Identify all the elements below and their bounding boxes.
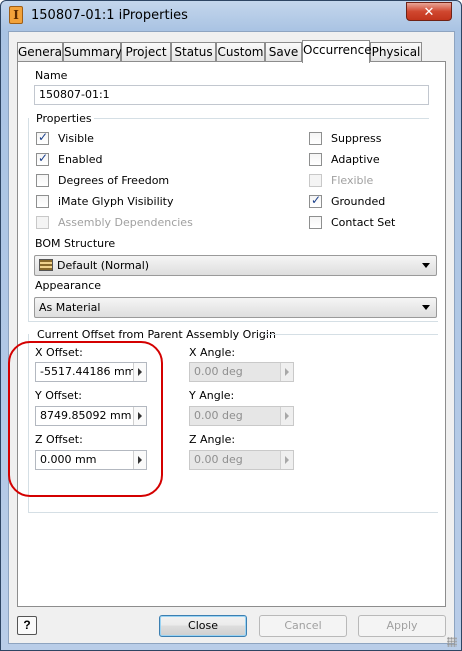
x-offset-spin-button[interactable] (133, 363, 146, 381)
play-icon (138, 368, 142, 376)
degrees-of-freedom-label: Degrees of Freedom (58, 174, 170, 187)
z-angle-input: 0.00 deg (189, 450, 294, 470)
contact-set-checkbox[interactable] (309, 216, 322, 229)
occurrence-panel: Name 150807-01:1 Properties ✓ Visible ✓ … (17, 61, 446, 607)
properties-group-border (28, 118, 29, 322)
z-offset-value: 0.000 mm (40, 453, 97, 466)
play-icon (138, 412, 142, 420)
title-bar[interactable]: I 150807-01:1 iProperties ✕ (1, 1, 461, 31)
app-icon: I (9, 6, 23, 24)
z-offset-label: Z Offset: (35, 433, 83, 446)
grounded-checkbox[interactable]: ✓ (309, 193, 322, 208)
z-angle-label: Z Angle: (189, 433, 236, 446)
suppress-label: Suppress (331, 132, 382, 145)
enabled-checkbox[interactable]: ✓ (36, 151, 49, 166)
tab-physical[interactable]: Physical (370, 42, 422, 62)
tab-project[interactable]: Project (121, 42, 171, 62)
y-angle-label: Y Angle: (189, 389, 235, 402)
play-icon (285, 412, 289, 420)
window-title: 150807-01:1 iProperties (31, 8, 188, 23)
y-offset-value: 8749.85092 mm (40, 409, 132, 422)
tab-general[interactable]: General (17, 42, 65, 62)
tab-occurrence[interactable]: Occurrence (302, 40, 372, 63)
close-button[interactable]: Close (159, 615, 247, 637)
appearance-label: Appearance (35, 279, 102, 292)
degrees-of-freedom-checkbox[interactable] (36, 174, 49, 187)
z-angle-value: 0.00 deg (194, 453, 243, 466)
dialog-client: General Summary Project Status Custom Sa… (8, 31, 455, 644)
y-angle-spin-button (280, 407, 293, 425)
play-icon (138, 456, 142, 464)
visible-checkbox[interactable]: ✓ (36, 130, 49, 145)
tab-save[interactable]: Save (265, 42, 302, 62)
bom-structure-label: BOM Structure (35, 237, 116, 250)
bom-structure-dropdown[interactable]: Default (Normal) (34, 255, 437, 276)
x-angle-input: 0.00 deg (189, 362, 294, 382)
suppress-checkbox[interactable] (309, 132, 322, 145)
chevron-down-icon (422, 263, 430, 268)
bom-structure-icon (39, 259, 53, 271)
x-angle-value: 0.00 deg (194, 365, 243, 378)
name-label: Name (35, 69, 68, 82)
offset-group-border (28, 334, 29, 512)
properties-group-bottom (28, 321, 438, 322)
z-offset-input[interactable]: 0.000 mm (35, 450, 147, 470)
properties-group-label: Properties (36, 112, 92, 125)
y-offset-spin-button[interactable] (133, 407, 146, 425)
flexible-label: Flexible (331, 174, 374, 187)
contact-set-label: Contact Set (331, 216, 396, 229)
offset-group-bottom (28, 512, 438, 513)
cancel-button: Cancel (259, 615, 347, 637)
x-offset-input[interactable]: -5517.44186 mm (35, 362, 147, 382)
adaptive-label: Adaptive (331, 153, 380, 166)
y-angle-input: 0.00 deg (189, 406, 294, 426)
y-angle-value: 0.00 deg (194, 409, 243, 422)
z-offset-spin-button[interactable] (133, 451, 146, 469)
x-offset-label: X Offset: (35, 346, 83, 359)
assembly-dependencies-label: Assembly Dependencies (58, 216, 193, 229)
x-offset-value: -5517.44186 mm (40, 365, 136, 378)
visible-label: Visible (58, 132, 94, 145)
z-angle-spin-button (280, 451, 293, 469)
y-offset-input[interactable]: 8749.85092 mm (35, 406, 147, 426)
appearance-value: As Material (39, 301, 101, 314)
offset-group-divider (264, 334, 438, 335)
x-angle-label: X Angle: (189, 346, 236, 359)
appearance-dropdown[interactable]: As Material (34, 297, 437, 318)
y-offset-label: Y Offset: (35, 389, 82, 402)
tab-custom[interactable]: Custom (216, 42, 265, 62)
close-window-button[interactable]: ✕ (406, 2, 452, 21)
offset-group-label: Current Offset from Parent Assembly Orig… (37, 328, 276, 341)
flexible-checkbox (309, 174, 322, 187)
grounded-label: Grounded (331, 195, 386, 208)
adaptive-checkbox[interactable] (309, 153, 322, 166)
play-icon (285, 456, 289, 464)
imate-glyph-visibility-label: iMate Glyph Visibility (58, 195, 174, 208)
enabled-label: Enabled (58, 153, 103, 166)
help-button[interactable]: ? (17, 616, 37, 635)
tab-summary[interactable]: Summary (63, 42, 122, 62)
properties-group-divider (94, 118, 429, 119)
assembly-dependencies-checkbox (36, 216, 49, 229)
name-field[interactable]: 150807-01:1 (34, 85, 429, 105)
chevron-down-icon (422, 305, 430, 310)
apply-button: Apply (358, 615, 446, 637)
bom-structure-value: Default (Normal) (57, 259, 150, 272)
x-angle-spin-button (280, 363, 293, 381)
resize-grip-icon[interactable] (447, 637, 457, 647)
imate-glyph-visibility-checkbox[interactable] (36, 195, 49, 208)
iproperties-window: I 150807-01:1 iProperties ✕ General Summ… (0, 0, 462, 651)
play-icon (285, 368, 289, 376)
tab-status[interactable]: Status (171, 42, 216, 62)
